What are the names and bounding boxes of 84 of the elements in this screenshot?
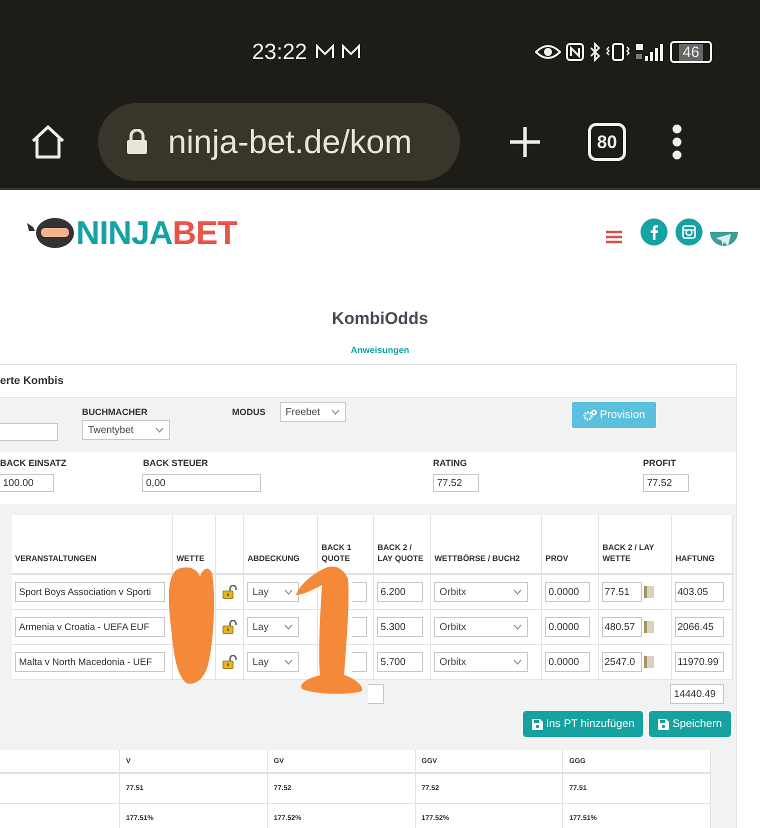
caret-icon bbox=[284, 659, 292, 665]
document-icon[interactable] bbox=[644, 621, 654, 633]
field-label: BUCHMACHER bbox=[82, 406, 148, 419]
menu-icon[interactable] bbox=[672, 124, 682, 160]
nfc-icon bbox=[566, 43, 584, 61]
input-field[interactable]: 100.00 bbox=[0, 474, 54, 492]
bluetooth-icon bbox=[589, 42, 601, 62]
vibrate-icon bbox=[606, 42, 630, 62]
plus-icon[interactable] bbox=[508, 125, 542, 159]
input-field[interactable]: Armenia v Croatia - UEFA EUF bbox=[15, 617, 165, 637]
input-field[interactable] bbox=[352, 617, 366, 637]
field-label: RATING bbox=[433, 457, 468, 470]
logo-text: NINJA bbox=[76, 214, 173, 252]
input-field[interactable]: 0.0000 bbox=[544, 652, 590, 672]
dropdown[interactable]: Orbitx bbox=[434, 652, 528, 672]
page-title: KombiOdds bbox=[330, 308, 430, 330]
column-header: HAFTUNG bbox=[671, 515, 732, 574]
signal-icon bbox=[635, 42, 665, 62]
mail-icon bbox=[315, 44, 336, 60]
caret-icon bbox=[330, 409, 340, 415]
instagram-icon[interactable] bbox=[675, 218, 703, 246]
padlock-icon[interactable] bbox=[222, 585, 236, 599]
input-field[interactable]: 5.300 bbox=[376, 617, 422, 637]
input-field[interactable] bbox=[352, 652, 366, 672]
caret-icon bbox=[512, 659, 522, 665]
caret-icon bbox=[512, 624, 522, 630]
input-field[interactable]: 77.52 bbox=[643, 474, 689, 492]
input-field[interactable]: 14440.49 bbox=[670, 684, 724, 704]
document-icon[interactable] bbox=[644, 586, 654, 598]
column-header: BACK 2 / LAY QUOTE bbox=[373, 515, 430, 574]
facebook-icon[interactable] bbox=[640, 218, 668, 246]
input-field[interactable]: 2066.45 bbox=[674, 617, 724, 637]
column-header: BACK 2 / LAY WETTE bbox=[598, 515, 671, 574]
column-header: VERANSTALTUNGEN bbox=[12, 515, 172, 574]
document-icon[interactable] bbox=[644, 656, 654, 668]
dropdown[interactable]: Lay bbox=[246, 617, 298, 637]
input-field[interactable]: 480.57 bbox=[602, 617, 642, 637]
dropdown[interactable]: Orbitx bbox=[434, 582, 528, 602]
input-field[interactable]: 0.0000 bbox=[544, 617, 590, 637]
input-field[interactable]: 6.200 bbox=[376, 582, 422, 602]
eye-icon bbox=[535, 44, 561, 60]
floppy-icon bbox=[658, 718, 670, 730]
column-header: ABDECKUNG bbox=[243, 515, 317, 574]
home-icon[interactable] bbox=[30, 124, 66, 160]
lock-icon bbox=[126, 129, 148, 155]
input-field[interactable]: 0.0000 bbox=[544, 582, 590, 602]
field-label: BACK EINSATZ bbox=[0, 457, 68, 470]
column-header: WETTBÖRSE / BUCH2 bbox=[430, 515, 541, 574]
ninja-icon bbox=[27, 217, 75, 249]
dropdown[interactable]: Orbitx bbox=[434, 617, 528, 637]
input-field[interactable]: 77.51 bbox=[602, 582, 642, 602]
tab-count-button[interactable]: 80 bbox=[588, 123, 626, 161]
dropdown[interactable]: Twentybet bbox=[82, 420, 170, 440]
floppy-icon bbox=[532, 718, 543, 730]
battery-indicator: 46 bbox=[670, 41, 712, 63]
field-label: MODUS bbox=[232, 406, 266, 419]
input-field[interactable]: 403.05 bbox=[674, 582, 724, 602]
field-label: BACK STEUER bbox=[143, 457, 210, 470]
input-field[interactable]: Malta v North Macedonia - UEF bbox=[15, 652, 165, 672]
input-field[interactable]: Sport Boys Association v Sporti bbox=[15, 582, 165, 602]
mail-icon bbox=[341, 44, 362, 60]
input-field[interactable] bbox=[0, 423, 58, 441]
caret-icon bbox=[155, 427, 164, 433]
input-field[interactable]: 11970.99 bbox=[674, 652, 724, 672]
dropdown[interactable]: Lay bbox=[246, 652, 298, 672]
input-field[interactable]: 77.52 bbox=[433, 474, 479, 492]
input-field[interactable]: 5.700 bbox=[376, 652, 422, 672]
logo-text: BET bbox=[172, 214, 238, 252]
field-label: PROFIT bbox=[643, 457, 677, 470]
input-field[interactable]: 0,00 bbox=[142, 474, 261, 492]
clock-time: 23:22 bbox=[252, 39, 308, 65]
address-bar[interactable]: ninja-bet.de/kom bbox=[98, 103, 460, 181]
caret-icon bbox=[512, 589, 522, 595]
input-field[interactable]: 2547.0 bbox=[602, 652, 642, 672]
input-field[interactable] bbox=[368, 684, 384, 704]
caret-icon bbox=[284, 589, 292, 595]
caret-icon bbox=[284, 624, 292, 630]
dropdown[interactable]: Lay bbox=[246, 582, 298, 602]
column-header: PROV bbox=[541, 515, 598, 574]
dropdown[interactable]: Freebet bbox=[280, 402, 346, 422]
padlock-icon[interactable] bbox=[222, 620, 236, 634]
padlock-icon[interactable] bbox=[222, 655, 236, 669]
gears-icon bbox=[582, 409, 597, 421]
input-field[interactable] bbox=[352, 582, 366, 602]
